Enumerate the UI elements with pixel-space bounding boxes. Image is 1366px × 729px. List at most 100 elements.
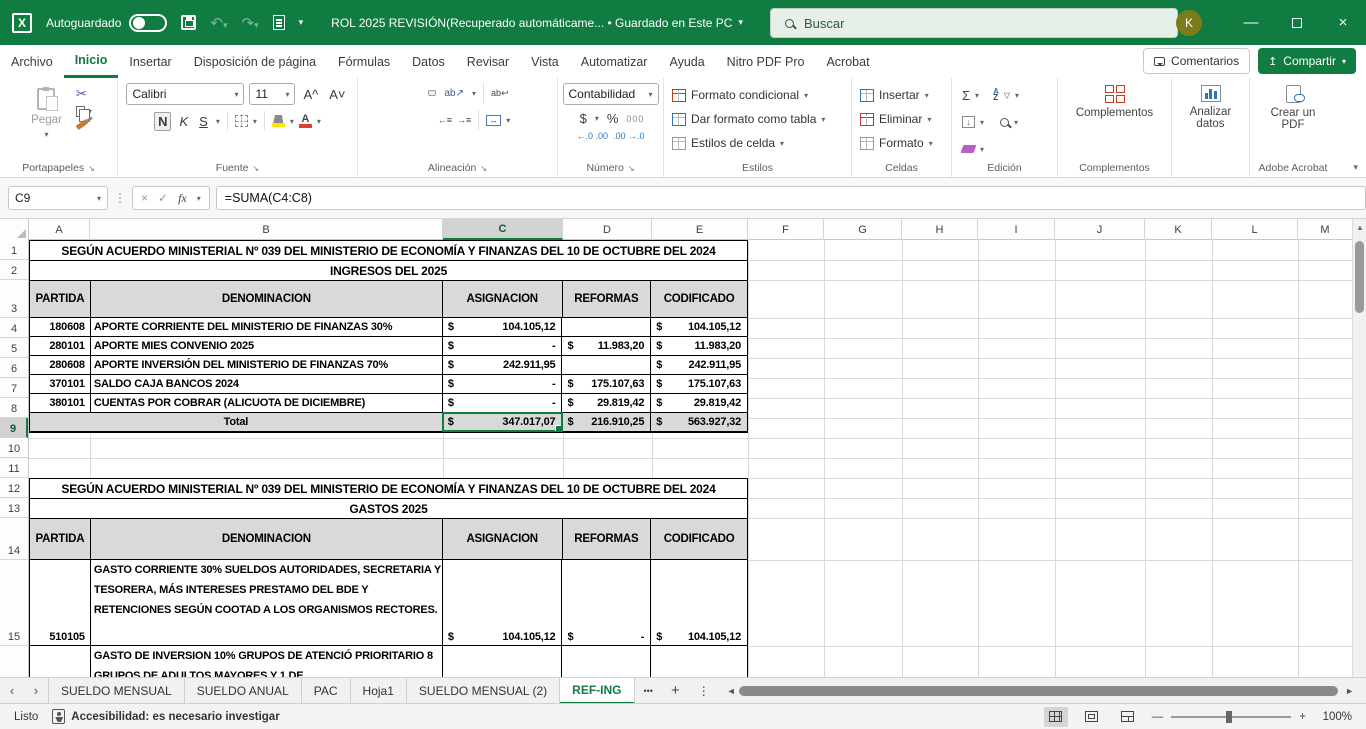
tab-automatizar[interactable]: Automatizar	[570, 45, 659, 78]
excel-logo-icon[interactable]: X	[12, 13, 32, 33]
row-header-8[interactable]: 8	[0, 398, 28, 418]
vertical-scroll-thumb[interactable]	[1355, 241, 1364, 313]
tab-disposicion[interactable]: Disposición de página	[183, 45, 327, 78]
sheet-nav-right-icon[interactable]: ›	[24, 683, 48, 698]
zoom-out-icon[interactable]: —	[1152, 711, 1164, 723]
sheet-tab-sueldo-mensual[interactable]: SUELDO MENSUAL	[48, 678, 185, 704]
selected-cell-c9[interactable]: $347.017,07	[443, 413, 563, 431]
scroll-up-icon[interactable]: ▲	[1356, 223, 1364, 232]
formula-input[interactable]: =SUMA(C4:C8)	[216, 186, 1366, 210]
row-header-13[interactable]: 13	[0, 498, 28, 518]
paste-button[interactable]: Pegar ▾	[25, 86, 68, 141]
zoom-slider[interactable]	[1171, 716, 1291, 718]
row-header-9[interactable]: 9	[0, 418, 28, 438]
font-size-select[interactable]: 11▾	[249, 83, 295, 105]
tab-vista[interactable]: Vista	[520, 45, 570, 78]
decrease-indent-icon[interactable]: ←≡	[438, 115, 452, 125]
table-row[interactable]: GASTO DE INVERSION 10% GRUPOS DE ATENCIÓ…	[30, 646, 747, 677]
sheet-tab-sueldo-anual[interactable]: SUELDO ANUAL	[185, 678, 302, 704]
more-sheets-icon[interactable]: •••	[635, 686, 662, 696]
col-header-j[interactable]: J	[1055, 219, 1145, 240]
italic-button[interactable]: K	[176, 113, 191, 130]
col-header-l[interactable]: L	[1212, 219, 1298, 240]
collapse-ribbon-icon[interactable]: ▾	[1353, 162, 1358, 173]
row-header-15[interactable]: 15	[0, 560, 28, 646]
increase-font-icon[interactable]: A^	[300, 86, 321, 103]
normal-view-button[interactable]	[1044, 707, 1068, 727]
tab-insertar[interactable]: Insertar	[118, 45, 182, 78]
zoom-slider-thumb[interactable]	[1226, 711, 1232, 723]
align-center-icon[interactable]	[416, 118, 422, 122]
format-painter-button[interactable]	[76, 122, 92, 127]
align-top-icon[interactable]	[406, 91, 412, 95]
thousands-format-icon[interactable]: 000	[626, 114, 644, 124]
tab-acrobat[interactable]: Acrobat	[815, 45, 880, 78]
share-button[interactable]: ↥ Compartir ▾	[1258, 48, 1356, 74]
col-header-k[interactable]: K	[1145, 219, 1212, 240]
row-header-3[interactable]: 3	[0, 280, 28, 318]
font-dialog-launcher[interactable]: ↘	[253, 164, 260, 173]
underline-button[interactable]: S	[196, 113, 211, 130]
scroll-right-icon[interactable]: ►	[1345, 686, 1354, 696]
table-row[interactable]: 280101 APORTE MIES CONVENIO 2025 $- $11.…	[30, 337, 747, 356]
insert-cells-button[interactable]: Insertar▾	[860, 83, 929, 107]
document-title[interactable]: ROL 2025 REVISIÓN(Recuperado automáticam…	[331, 16, 743, 30]
tab-datos[interactable]: Datos	[401, 45, 456, 78]
col-header-c[interactable]: C	[443, 219, 563, 240]
font-name-select[interactable]: Calibri▾	[126, 83, 244, 105]
undo-icon[interactable]: ↶▾	[210, 14, 227, 32]
col-header-g[interactable]: G	[824, 219, 902, 240]
customize-qat-icon[interactable]: ▾	[299, 17, 304, 28]
tab-nitro-pdf[interactable]: Nitro PDF Pro	[716, 45, 816, 78]
align-right-icon[interactable]	[427, 118, 433, 122]
col-header-e[interactable]: E	[652, 219, 748, 240]
toggle-icon[interactable]	[129, 14, 167, 32]
sheet-options-icon[interactable]: ⋮	[689, 684, 719, 698]
merge-center-icon[interactable]: ↔	[486, 115, 501, 126]
tab-revisar[interactable]: Revisar	[456, 45, 520, 78]
borders-icon[interactable]	[235, 115, 248, 127]
vertical-scrollbar[interactable]: ▲	[1352, 219, 1366, 677]
row-header-11[interactable]: 11	[0, 458, 28, 478]
col-header-m[interactable]: M	[1298, 219, 1352, 240]
zoom-level[interactable]: 100%	[1314, 711, 1352, 723]
save-icon[interactable]	[181, 15, 196, 30]
name-box[interactable]: C9▾	[8, 186, 108, 210]
autosave-toggle[interactable]: Autoguardado	[46, 14, 167, 32]
table-row[interactable]: 180608 APORTE CORRIENTE DEL MINISTERIO D…	[30, 318, 747, 337]
horizontal-scrollbar[interactable]: ◄ ►	[725, 685, 1356, 697]
table-row[interactable]: 380101 CUENTAS POR COBRAR (ALICUOTA DE D…	[30, 394, 747, 413]
addins-button[interactable]: Complementos	[1070, 83, 1159, 121]
fill-button[interactable]: ↓▾	[962, 110, 984, 134]
number-dialog-launcher[interactable]: ↘	[628, 164, 635, 173]
analyze-data-button[interactable]: Analizar datos	[1176, 83, 1246, 132]
row-header-2[interactable]: 2	[0, 260, 28, 280]
wrap-text-icon[interactable]: ab↩	[491, 88, 509, 98]
bold-button[interactable]: N	[154, 112, 171, 131]
table-row[interactable]: 280608 APORTE INVERSIÓN DEL MINISTERIO D…	[30, 356, 747, 375]
page-layout-view-button[interactable]	[1080, 707, 1104, 727]
percent-format-icon[interactable]: %	[604, 110, 622, 127]
clear-button[interactable]: ▾	[962, 137, 984, 161]
avatar[interactable]: K	[1176, 10, 1202, 36]
sheet-tab-hoja1[interactable]: Hoja1	[351, 678, 407, 704]
decrease-decimal-icon[interactable]: .00 →.0	[613, 131, 645, 141]
comments-button[interactable]: Comentarios	[1143, 48, 1250, 74]
sheet-tab-ref-ing[interactable]: REF-ING	[560, 678, 634, 704]
new-sheet-icon[interactable]: +	[662, 682, 689, 699]
page-break-view-button[interactable]	[1116, 707, 1140, 727]
conditional-formatting-button[interactable]: Formato condicional▾	[672, 83, 808, 107]
tab-inicio[interactable]: Inicio	[64, 45, 119, 78]
format-cells-button[interactable]: Formato▾	[860, 131, 933, 155]
row-header-10[interactable]: 10	[0, 438, 28, 458]
currency-format-icon[interactable]: $	[577, 110, 590, 127]
increase-indent-icon[interactable]: →≡	[457, 115, 471, 125]
autosum-button[interactable]: Σ▾	[962, 83, 979, 107]
sort-filter-button[interactable]: AZ▽▾	[993, 83, 1019, 107]
minimize-button[interactable]: —	[1228, 0, 1274, 45]
close-button[interactable]: ×	[1320, 0, 1366, 45]
cancel-formula-icon[interactable]: ×	[141, 191, 148, 205]
delete-cells-button[interactable]: Eliminar▾	[860, 107, 931, 131]
increase-decimal-icon[interactable]: ←.0 .00	[576, 131, 608, 141]
select-all-corner[interactable]	[0, 219, 29, 240]
